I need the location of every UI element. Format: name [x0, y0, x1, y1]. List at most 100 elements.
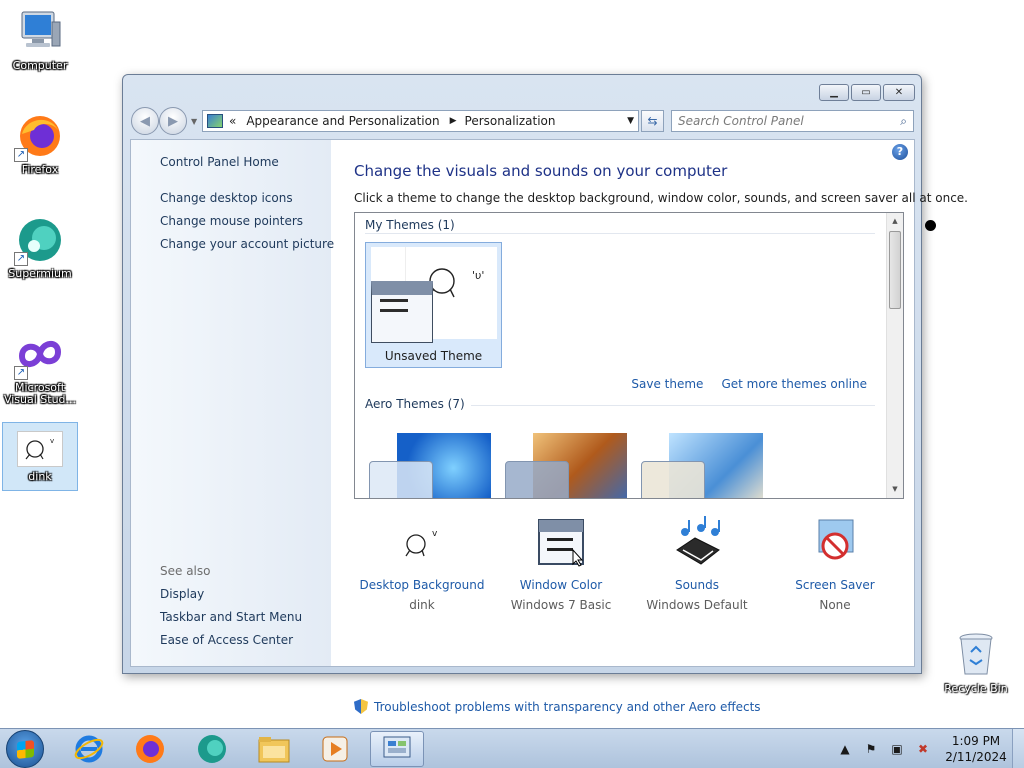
aero-theme-windows7[interactable]	[369, 433, 499, 498]
help-icon[interactable]: ?	[892, 144, 908, 160]
start-button[interactable]	[6, 730, 44, 768]
desktop-icon-firefox[interactable]: ↗ Firefox	[2, 112, 78, 176]
window-color-icon	[535, 516, 587, 568]
desktop-background-setting[interactable]: v Desktop Background dink	[352, 516, 492, 612]
action-center-flag-icon[interactable]: ⚑	[862, 740, 880, 758]
taskbar-internet-explorer[interactable]	[62, 731, 116, 767]
breadcrumb-personalization[interactable]: Personalization	[465, 114, 556, 128]
breadcrumb-appearance[interactable]: Appearance and Personalization	[246, 114, 439, 128]
desktop-icon-label: dink	[28, 470, 52, 483]
scroll-thumb[interactable]	[889, 231, 901, 309]
taskbar-file-explorer[interactable]	[247, 731, 301, 767]
ease-of-access-link[interactable]: Ease of Access Center	[160, 633, 293, 647]
desktop-icon-supermium[interactable]: ↗ Supermium	[2, 216, 78, 280]
taskbar-media-player[interactable]	[308, 731, 362, 767]
forward-button[interactable]: ▶	[159, 107, 187, 135]
refresh-button[interactable]: ⇆	[641, 110, 664, 132]
taskbar-supermium[interactable]	[185, 731, 239, 767]
taskbar-start-menu-link[interactable]: Taskbar and Start Menu	[160, 610, 302, 624]
aero-theme-characters[interactable]	[641, 433, 771, 498]
troubleshoot-link[interactable]: Troubleshoot problems with transparency …	[354, 699, 761, 714]
window-color-setting[interactable]: Window Color Windows 7 Basic	[491, 516, 631, 612]
supermium-icon	[198, 735, 226, 763]
display-link[interactable]: Display	[160, 587, 204, 601]
screen-saver-title[interactable]: Screen Saver	[765, 578, 905, 592]
taskbar: ▲ ⚑ ▣ ✖ 1:09 PM 2/11/2024	[0, 728, 1024, 768]
search-icon[interactable]: ⌕	[900, 114, 907, 129]
sounds-title[interactable]: Sounds	[627, 578, 767, 592]
recent-pages-chevron-icon[interactable]: ▼	[191, 117, 197, 126]
scroll-down-icon[interactable]: ▼	[887, 481, 903, 498]
screen-saver-setting[interactable]: Screen Saver None	[765, 516, 905, 612]
unsaved-theme-tile[interactable]: 'υ' Unsaved Theme	[365, 242, 502, 368]
control-panel-icon	[383, 736, 411, 758]
svg-text:'υ': 'υ'	[472, 269, 484, 282]
breadcrumb-separator-icon[interactable]: ▶	[450, 116, 457, 126]
clock[interactable]: 1:09 PM 2/11/2024	[940, 733, 1012, 765]
clock-date: 2/11/2024	[945, 750, 1007, 764]
desktop-icon-computer[interactable]: Computer	[2, 8, 78, 72]
change-account-picture-link[interactable]: Change your account picture	[160, 237, 334, 251]
network-icon[interactable]: ▣	[888, 740, 906, 758]
window-color-value: Windows 7 Basic	[510, 598, 612, 612]
get-more-themes-link[interactable]: Get more themes online	[721, 377, 867, 391]
show-desktop-button[interactable]	[1012, 729, 1024, 768]
themes-list: My Themes (1) 'υ' Unsaved Theme Save the…	[354, 212, 904, 499]
change-mouse-pointers-link[interactable]: Change mouse pointers	[160, 214, 303, 228]
see-also-heading: See also	[160, 564, 211, 578]
address-overflow[interactable]: «	[229, 114, 236, 128]
close-button[interactable]: ✕	[883, 84, 915, 101]
theme-name: Unsaved Theme	[384, 349, 483, 363]
address-bar[interactable]: « Appearance and Personalization ▶ Perso…	[202, 110, 639, 132]
show-hidden-icons-icon[interactable]: ▲	[836, 740, 854, 758]
save-theme-link[interactable]: Save theme	[631, 377, 703, 391]
cursor-dot	[925, 220, 936, 231]
address-dropdown-icon[interactable]: ▼	[627, 116, 634, 126]
desktop-icon-label: Recycle Bin	[944, 682, 1008, 695]
clock-time: 1:09 PM	[951, 734, 1001, 748]
minimize-button[interactable]: ▁	[819, 84, 849, 101]
dink-image-icon: v	[17, 431, 63, 467]
search-input[interactable]: Search Control Panel ⌕	[671, 110, 914, 132]
change-desktop-icons-link[interactable]: Change desktop icons	[160, 191, 293, 205]
taskbar-firefox[interactable]	[123, 731, 177, 767]
page-description: Click a theme to change the desktop back…	[354, 191, 968, 205]
desktop-icon-label: Supermium	[8, 267, 72, 280]
window-color-title[interactable]: Window Color	[491, 578, 631, 592]
theme-window-preview	[505, 461, 569, 498]
desktop-background-icon: v	[396, 516, 448, 568]
caption-buttons: ▁ ▭ ✕	[819, 84, 915, 101]
volume-muted-icon[interactable]: ✖	[914, 740, 932, 758]
sounds-icon	[671, 516, 723, 568]
firefox-icon	[136, 735, 164, 763]
screen-saver-value: None	[819, 598, 851, 612]
scroll-up-icon[interactable]: ▲	[887, 213, 903, 230]
computer-icon	[16, 8, 64, 56]
desktop-icon-dink[interactable]: v dink	[2, 422, 78, 491]
control-panel-icon	[207, 114, 223, 128]
shield-icon	[354, 699, 368, 714]
shortcut-arrow-icon: ↗	[14, 252, 28, 266]
control-panel-home-link[interactable]: Control Panel Home	[160, 155, 279, 169]
visual-studio-icon: ↗	[14, 330, 64, 380]
left-pane: Control Panel Home Change desktop icons …	[131, 140, 334, 666]
aero-theme-architecture[interactable]	[505, 433, 635, 498]
desktop-background-title[interactable]: Desktop Background	[352, 578, 492, 592]
desktop-icon-visual-studio[interactable]: ↗ Microsoft Visual Stud...	[2, 330, 78, 406]
navigation-buttons: ◀ ▶ ▼	[131, 107, 197, 135]
page-title: Change the visuals and sounds on your co…	[354, 162, 728, 180]
back-button[interactable]: ◀	[131, 107, 159, 135]
taskbar-control-panel[interactable]	[370, 731, 424, 767]
sounds-setting[interactable]: Sounds Windows Default	[627, 516, 767, 612]
search-placeholder: Search Control Panel	[678, 114, 804, 128]
svg-text:v: v	[432, 529, 438, 539]
desktop-icon-recycle-bin[interactable]: Recycle Bin	[940, 630, 1012, 695]
personalization-window: ▁ ▭ ✕ ◀ ▶ ▼ « Appearance and Personaliza…	[122, 74, 968, 714]
maximize-button[interactable]: ▭	[851, 84, 881, 101]
themes-scrollbar[interactable]: ▲ ▼	[886, 213, 903, 498]
troubleshoot-label[interactable]: Troubleshoot problems with transparency …	[374, 700, 761, 714]
sounds-value: Windows Default	[646, 598, 748, 612]
desktop-icon-label: Firefox	[21, 163, 59, 176]
client-area: Control Panel Home Change desktop icons …	[130, 139, 968, 714]
recycle-bin-icon	[956, 630, 996, 678]
